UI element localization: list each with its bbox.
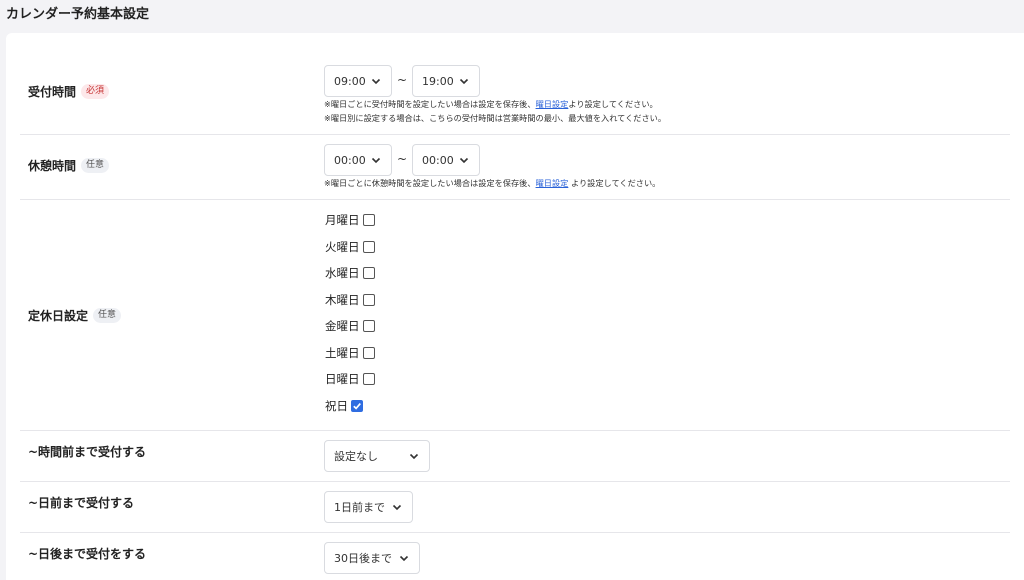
hours-before-value: 設定なし [334,450,378,463]
break-range-separator: ~ [397,152,408,166]
break-end-value: 00:00 [422,153,454,167]
holiday-row: 定休日設定 任意 月曜日 火曜日 水曜日 木曜日 金曜日 土曜日 日曜日 祝日 [20,200,1010,431]
holiday-checkbox[interactable] [362,347,375,359]
days-after-label-group: ~日後まで受付をする [28,545,146,562]
days-before-value: 1日前まで [334,501,385,514]
optional-badge: 任意 [93,308,122,323]
reception-note-1-tail: より設定してください。 [568,99,658,109]
break-end-select[interactable]: 00:00 [412,144,480,176]
chevron-down-icon [371,78,381,85]
holiday-option-label: 金曜日 [325,319,360,333]
hours-before-label: ~時間前まで受付する [28,445,147,459]
holiday-option-sunday[interactable]: 日曜日 [325,371,375,387]
break-time-label: 休憩時間 [28,159,77,173]
holiday-checkbox[interactable] [362,373,375,385]
holiday-checkbox[interactable] [362,267,375,279]
break-note-tail: より設定してください。 [570,178,661,188]
break-time-label-group: 休憩時間 任意 [28,157,110,174]
reception-end-select[interactable]: 19:00 [412,65,480,97]
chevron-down-icon [459,78,469,85]
holiday-option-saturday[interactable]: 土曜日 [325,345,375,361]
holiday-option-label: 祝日 [325,399,348,413]
days-after-value: 30日後まで [334,552,392,565]
reception-end-value: 19:00 [422,74,454,88]
chevron-down-icon [459,157,469,164]
chevron-down-icon [409,453,419,460]
reception-time-label: 受付時間 [28,85,77,99]
days-before-label-group: ~日前まで受付する [28,494,134,511]
holiday-option-monday[interactable]: 月曜日 [325,212,375,228]
required-badge: 必須 [81,84,110,99]
holiday-option-friday[interactable]: 金曜日 [325,318,375,334]
break-time-row: 休憩時間 任意 00:00 ~ 00:00 ※曜日ごとに休憩時間を設定したい場合… [20,135,1010,200]
check-icon [353,403,361,410]
break-start-value: 00:00 [334,153,366,167]
holiday-checkbox[interactable] [362,294,375,306]
chevron-down-icon [399,555,409,562]
hours-before-select[interactable]: 設定なし [324,440,430,472]
holiday-checkbox[interactable] [351,400,363,412]
holiday-option-tuesday[interactable]: 火曜日 [325,239,375,255]
optional-badge: 任意 [81,158,110,173]
holiday-label-group: 定休日設定 任意 [28,307,122,324]
weekday-settings-link[interactable]: 曜日設定 [536,99,569,109]
reception-time-row: 受付時間 必須 09:00 ~ 19:00 ※曜日ごとに受付時間を設定したい場合… [20,33,1010,135]
break-start-select[interactable]: 00:00 [324,144,392,176]
holiday-checkbox[interactable] [362,214,375,226]
chevron-down-icon [371,157,381,164]
reception-note-2: ※曜日別に設定する場合は、こちらの受付時間は営業時間の最小、最大値を入れてくださ… [324,113,667,123]
page-title: カレンダー予約基本設定 [6,7,150,22]
holiday-option-wednesday[interactable]: 水曜日 [325,265,375,281]
holiday-option-label: 土曜日 [325,346,360,360]
break-note-text: ※曜日ごとに休憩時間を設定したい場合は設定を保存後、 [324,178,536,188]
reception-note-1: ※曜日ごとに受付時間を設定したい場合は設定を保存後、曜日設定より設定してください… [324,97,658,111]
holiday-option-label: 水曜日 [325,266,360,280]
holiday-option-thursday[interactable]: 木曜日 [325,292,375,308]
hours-before-label-group: ~時間前まで受付する [28,443,146,460]
holiday-option-label: 木曜日 [325,293,360,307]
reception-range-separator: ~ [397,73,408,87]
days-before-label: ~日前まで受付する [28,496,135,510]
days-after-row: ~日後まで受付をする 30日後まで [20,533,1010,580]
weekday-settings-link[interactable]: 曜日設定 [536,178,569,188]
reception-note-1-text: ※曜日ごとに受付時間を設定したい場合は設定を保存後、 [324,99,536,109]
holiday-option-label: 日曜日 [325,372,360,386]
days-after-select[interactable]: 30日後まで [324,542,420,574]
holiday-option-label: 火曜日 [325,240,360,254]
holiday-checkbox[interactable] [362,241,375,253]
holiday-option-public-holiday[interactable]: 祝日 [325,398,363,414]
days-before-select[interactable]: 1日前まで [324,491,413,523]
holiday-option-label: 月曜日 [325,213,360,227]
days-after-label: ~日後まで受付をする [28,547,147,561]
chevron-down-icon [392,504,402,511]
holiday-label: 定休日設定 [28,309,89,323]
reception-start-select[interactable]: 09:00 [324,65,392,97]
break-note: ※曜日ごとに休憩時間を設定したい場合は設定を保存後、曜日設定 より設定してくださ… [324,176,660,190]
reception-start-value: 09:00 [334,74,366,88]
holiday-checkbox[interactable] [362,320,375,332]
hours-before-row: ~時間前まで受付する 設定なし [20,431,1010,482]
days-before-row: ~日前まで受付する 1日前まで [20,482,1010,533]
settings-card: 受付時間 必須 09:00 ~ 19:00 ※曜日ごとに受付時間を設定したい場合… [6,33,1024,580]
reception-time-label-group: 受付時間 必須 [28,83,110,100]
